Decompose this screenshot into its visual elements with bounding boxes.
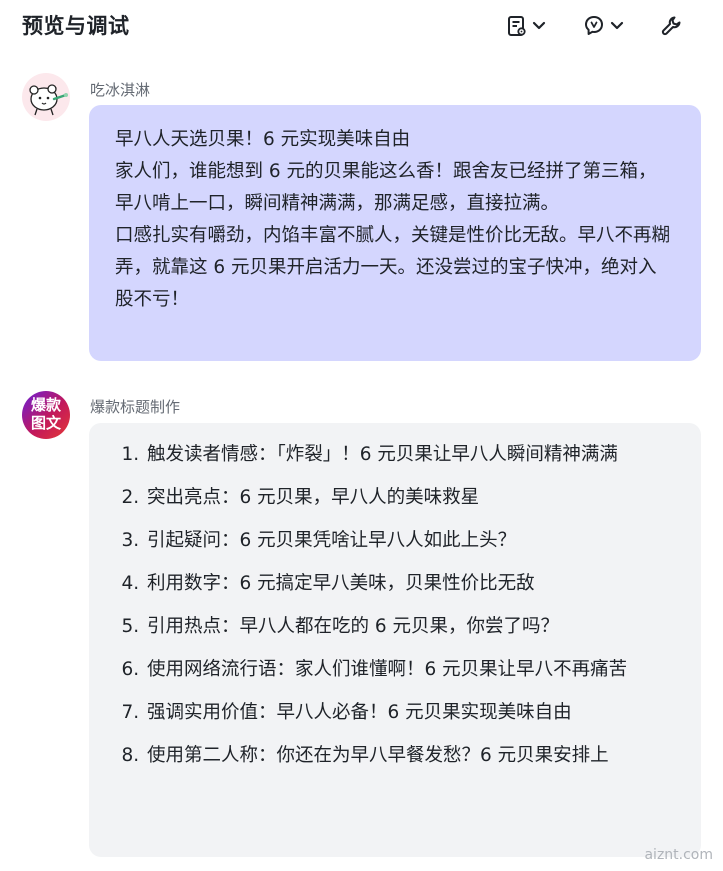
bot-logo-line: 图文 (30, 414, 61, 432)
bot-avatar: 爆款 图文 (22, 391, 70, 439)
document-settings-dropdown[interactable] (506, 12, 546, 40)
user-name: 吃冰淇淋 (90, 81, 151, 99)
message-paragraph: 口感扎实有嚼劲，内馅丰富不腻人，关键是性价比无敌。早八不再糊弄，就靠这 6 元贝… (115, 225, 671, 310)
title-suggestion-list: 触发读者情感：「炸裂」！6 元贝果让早八人瞬间精神满满 突出亮点：6 元贝果，早… (121, 439, 681, 771)
list-item: 利用数字：6 元搞定早八美味，贝果性价比无敌 (145, 568, 681, 599)
list-item: 引起疑问：6 元贝果凭啥让早八人如此上头？ (145, 525, 681, 556)
document-settings-icon (506, 14, 528, 38)
preview-debug-panel: 预览与调试 吃冰淇淋 早八人天选贝果！6 元实现美味自由 家人们，谁能想到 6 … (0, 0, 723, 871)
list-item: 引用热点：早八人都在吃的 6 元贝果，你尝了吗？ (145, 611, 681, 642)
cartoon-bear-icon (29, 84, 68, 116)
ai-assist-dropdown[interactable] (582, 12, 624, 40)
message-paragraph: 家人们，谁能想到 6 元的贝果能这么香！跟舍友已经拼了第三箱，早八啃上一口，瞬间… (115, 161, 657, 214)
list-item: 触发读者情感：「炸裂」！6 元贝果让早八人瞬间精神满满 (145, 439, 681, 470)
user-message-bubble: 早八人天选贝果！6 元实现美味自由 家人们，谁能想到 6 元的贝果能这么香！跟舍… (89, 105, 701, 361)
list-item: 使用网络流行语：家人们谁懂啊！6 元贝果让早八不再痛苦 (145, 654, 681, 685)
user-avatar (22, 73, 70, 121)
list-item: 强调实用价值：早八人必备！6 元贝果实现美味自由 (145, 697, 681, 728)
wrench-icon (660, 14, 684, 38)
ai-assist-icon (582, 14, 606, 38)
settings-wrench-button[interactable] (660, 12, 684, 40)
bot-name: 爆款标题制作 (90, 398, 181, 416)
list-item: 突出亮点：6 元贝果，早八人的美味救星 (145, 482, 681, 513)
bot-message-bubble: 触发读者情感：「炸裂」！6 元贝果让早八人瞬间精神满满 突出亮点：6 元贝果，早… (89, 423, 701, 857)
chevron-down-icon (532, 21, 546, 31)
panel-title: 预览与调试 (22, 14, 130, 38)
chevron-down-icon (610, 21, 624, 31)
panel-header: 预览与调试 (0, 0, 723, 56)
watermark: aiznt.com (644, 847, 713, 863)
list-item: 使用第二人称：你还在为早八早餐发愁？6 元贝果安排上 (145, 740, 681, 771)
bot-logo-line: 爆款 (30, 396, 61, 414)
message-paragraph: 早八人天选贝果！6 元实现美味自由 (115, 129, 411, 150)
